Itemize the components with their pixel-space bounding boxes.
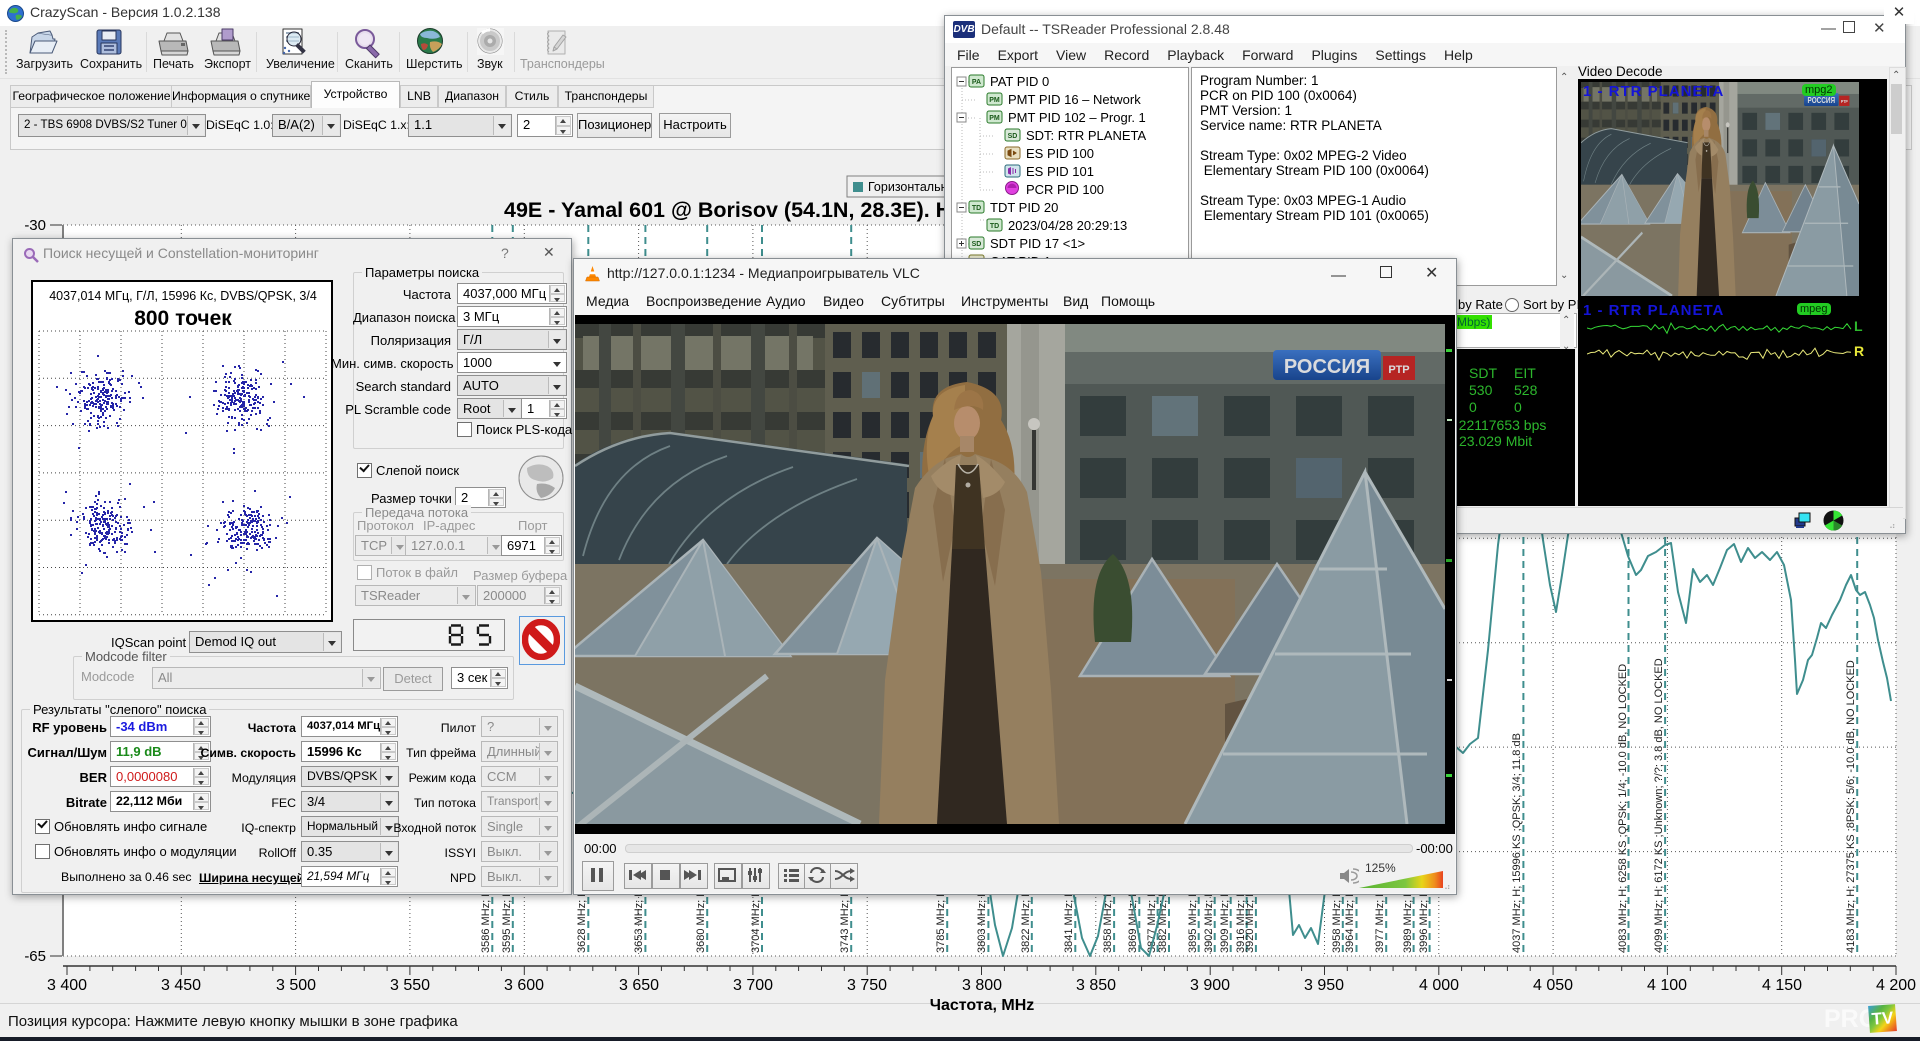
svg-text:SD: SD	[972, 241, 982, 248]
svg-text:3858 MHz; H;: 3858 MHz; H;	[1102, 886, 1114, 953]
svg-text:4 150: 4 150	[1762, 977, 1802, 994]
svg-text:3822 MHz; H;: 3822 MHz; H;	[1020, 886, 1032, 953]
svg-text:3895 MHz; H;: 3895 MHz; H;	[1187, 886, 1199, 953]
svg-text:3 650: 3 650	[619, 977, 659, 994]
svg-text:3 750: 3 750	[847, 977, 887, 994]
svg-text:3 900: 3 900	[1190, 977, 1230, 994]
svg-text:ES PID 101: ES PID 101	[1026, 164, 1094, 179]
svg-text:SDT: RTR PLANETA: SDT: RTR PLANETA	[1026, 128, 1146, 143]
svg-text:PMT PID 102 – Progr. 1: PMT PID 102 – Progr. 1	[1008, 110, 1146, 125]
svg-text:3 800: 3 800	[962, 977, 1002, 994]
svg-text:3785 MHz; H;: 3785 MHz; H;	[935, 886, 947, 953]
svg-text:3680 MHz; H;: 3680 MHz; H;	[695, 886, 707, 953]
svg-text:SDT PID 17 <1>: SDT PID 17 <1>	[990, 236, 1085, 251]
svg-text:4037,014 МГц, Г/Л, 15996 Кс, D: 4037,014 МГц, Г/Л, 15996 Кс, DVBS/QPSK, …	[49, 289, 317, 303]
svg-text:3653 MHz; H;: 3653 MHz; H;	[633, 886, 645, 953]
svg-text:3 450: 3 450	[161, 977, 201, 994]
svg-text:2023/04/28 20:29:13: 2023/04/28 20:29:13	[1008, 218, 1127, 233]
svg-text:4037 MHz; H; 15996 KS ;QPSK; 3: 4037 MHz; H; 15996 KS ;QPSK; 3/4; 11.8 d…	[1511, 733, 1523, 953]
svg-text:3586 MHz; H;: 3586 MHz; H;	[480, 886, 492, 953]
svg-text:3989 MHz; H;: 3989 MHz; H;	[1402, 886, 1414, 953]
svg-text:PA: PA	[972, 79, 981, 86]
svg-text:3964 MHz; H;: 3964 MHz; H;	[1344, 886, 1356, 953]
svg-text:3704 MHz; H;: 3704 MHz; H;	[750, 886, 762, 953]
svg-text:3 400: 3 400	[47, 977, 87, 994]
svg-text:-65: -65	[24, 948, 46, 965]
svg-text:3909 MHz; H;: 3909 MHz; H;	[1219, 886, 1231, 953]
svg-text:800 точек: 800 точек	[134, 307, 232, 330]
svg-text:PMT PID 16 – Network: PMT PID 16 – Network	[1008, 92, 1141, 107]
svg-text:4083 MHz; H; 6258 KS ;QPSK; 1/: 4083 MHz; H; 6258 KS ;QPSK; 1/4; -10.0 d…	[1617, 664, 1629, 953]
svg-text:-30: -30	[24, 217, 46, 234]
svg-text:4 100: 4 100	[1647, 977, 1687, 994]
svg-text:3920 MHz; H;: 3920 MHz; H;	[1244, 886, 1256, 953]
svg-text:3 700: 3 700	[733, 977, 773, 994]
svg-text:4 200: 4 200	[1876, 977, 1916, 994]
svg-text:TDT PID 20: TDT PID 20	[990, 200, 1058, 215]
svg-text:3902 MHz; H;: 3902 MHz; H;	[1203, 886, 1215, 953]
svg-text:PCR PID 100: PCR PID 100	[1026, 182, 1104, 197]
svg-text:3996 MHz; H;: 3996 MHz; H;	[1418, 886, 1430, 953]
svg-text:4 000: 4 000	[1419, 977, 1459, 994]
svg-text:3 950: 3 950	[1304, 977, 1344, 994]
svg-text:3628 MHz; H;: 3628 MHz; H;	[576, 886, 588, 953]
svg-text:ES PID 100: ES PID 100	[1026, 146, 1094, 161]
svg-text:3958 MHz; H;: 3958 MHz; H;	[1331, 886, 1343, 953]
svg-text:PM: PM	[989, 115, 1000, 122]
svg-text:TD: TD	[972, 205, 981, 212]
svg-text:3869 MHz; H;: 3869 MHz; H;	[1127, 886, 1139, 953]
svg-text:4099 MHz; H; 6172 KS ;Unknown;: 4099 MHz; H; 6172 KS ;Unknown; ?/?; 3.8 …	[1653, 658, 1665, 953]
svg-text:3743 MHz; H;: 3743 MHz; H;	[839, 886, 851, 953]
svg-text:3 850: 3 850	[1076, 977, 1116, 994]
svg-text:3595 MHz; H;: 3595 MHz; H;	[501, 886, 513, 953]
svg-text:TD: TD	[990, 223, 999, 230]
svg-text:4183 MHz; H; 27375 KS ;8PSK; 5: 4183 MHz; H; 27375 KS ;8PSK; 5/6; -10.0 …	[1845, 660, 1857, 953]
svg-text:3 550: 3 550	[390, 977, 430, 994]
svg-text:3 500: 3 500	[276, 977, 316, 994]
svg-text:SD: SD	[1008, 133, 1018, 140]
svg-text:PM: PM	[989, 97, 1000, 104]
svg-text:PAT PID 0: PAT PID 0	[990, 74, 1049, 89]
svg-text:Частота, MHz: Частота, MHz	[930, 997, 1035, 1014]
svg-text:3977 MHz; H;: 3977 MHz; H;	[1374, 886, 1386, 953]
svg-text:3 600: 3 600	[504, 977, 544, 994]
svg-text:4 050: 4 050	[1533, 977, 1573, 994]
svg-text:3803 MHz; H;: 3803 MHz; H;	[976, 886, 988, 953]
